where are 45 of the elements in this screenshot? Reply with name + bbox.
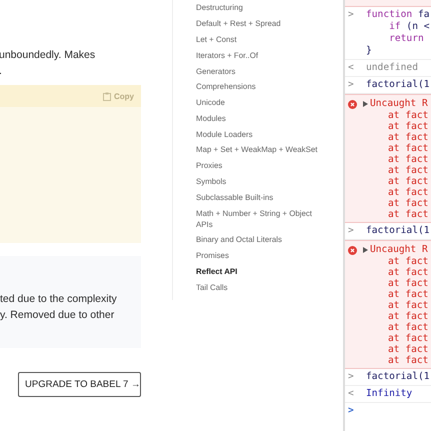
paragraph-text: . <box>0 64 3 79</box>
prompt-marker: > <box>348 225 355 237</box>
code-text: factorial(1 <box>366 371 430 383</box>
stack-line: at fact <box>387 110 430 121</box>
error-text: Uncaught R <box>370 98 428 110</box>
prompt-marker: > <box>348 9 355 22</box>
error-text: Uncaught R <box>370 244 428 256</box>
prompt-marker: > <box>348 405 354 417</box>
code-text: factorial(1 <box>366 79 430 91</box>
stack-line: at fact <box>387 267 430 278</box>
stack-line: at fact <box>387 198 430 209</box>
prompt-marker: > <box>348 79 355 91</box>
stack-line: at fact <box>387 187 430 198</box>
stack-line: at fact <box>387 278 430 289</box>
result-value: undefined <box>366 62 418 74</box>
stack-line: at fact <box>387 355 430 366</box>
stack-line: at fact <box>387 333 430 344</box>
note-text: ted due to the complexity <box>0 292 118 307</box>
stack-line: at fact <box>387 311 430 322</box>
expand-triangle-icon[interactable] <box>363 101 368 107</box>
stack-line: at fact <box>387 322 430 333</box>
code-text: factorial(1 <box>366 225 430 237</box>
stack-line: at fact <box>387 344 430 355</box>
prompt-marker: > <box>348 371 355 383</box>
stack-line: at fact <box>387 154 430 165</box>
expand-triangle-icon[interactable] <box>363 247 368 253</box>
stack-line: at fact <box>387 300 430 311</box>
error-icon <box>348 100 357 108</box>
error-icon <box>348 246 357 254</box>
note-text: y. Removed due to other <box>0 308 116 323</box>
stack-line: at fact <box>387 209 430 220</box>
stack-line: at fact <box>387 132 430 143</box>
result-marker: < <box>348 62 355 74</box>
result-marker: < <box>348 388 355 400</box>
upgrade-button[interactable]: UPGRADE TO BABEL 7 → <box>18 372 141 397</box>
stack-line: at fact <box>387 289 430 300</box>
paragraph-text: unboundedly. Makes <box>0 48 96 63</box>
result-value: Infinity <box>366 388 412 400</box>
stack-line: at fact <box>387 143 430 154</box>
code-text: function fa if (n < return } <box>366 9 430 57</box>
stack-line: at fact <box>387 121 430 132</box>
clipboard-icon <box>103 92 111 100</box>
stack-line: at fact <box>387 165 430 176</box>
stack-line: at fact <box>387 256 430 267</box>
stack-line: at fact <box>387 176 430 187</box>
